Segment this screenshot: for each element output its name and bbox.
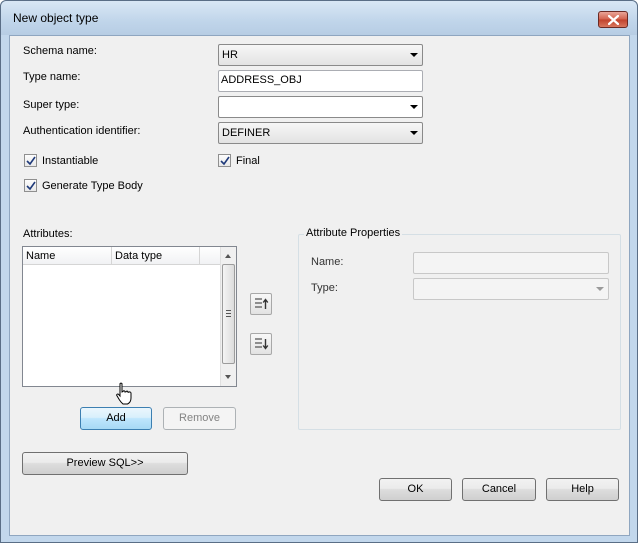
attributes-table-header: Name Data type [23, 247, 220, 265]
close-button[interactable] [598, 11, 628, 28]
dialog-window: New object type Schema name: HR Type nam… [0, 0, 638, 543]
attribute-properties-title: Attribute Properties [304, 227, 403, 239]
instantiable-label: Instantiable [42, 155, 99, 167]
final-checkbox[interactable] [218, 154, 231, 167]
final-label: Final [236, 155, 260, 167]
type-name-label: Type name: [23, 71, 81, 83]
checkmark-icon [26, 156, 36, 166]
preview-sql-button[interactable]: Preview SQL>> [22, 452, 188, 475]
generate-type-body-checkbox[interactable] [24, 179, 37, 192]
instantiable-checkbox[interactable] [24, 154, 37, 167]
chevron-down-icon [410, 131, 418, 135]
move-up-icon [255, 298, 269, 309]
attribute-type-label: Type: [311, 282, 338, 294]
cancel-button[interactable]: Cancel [462, 478, 536, 501]
generate-type-body-label: Generate Type Body [42, 180, 143, 192]
move-down-icon [255, 338, 269, 350]
super-type-label: Super type: [23, 99, 80, 111]
attributes-label: Attributes: [23, 228, 73, 240]
chevron-down-icon [410, 53, 418, 57]
schema-name-select[interactable]: HR [218, 44, 423, 66]
attribute-name-field[interactable] [413, 252, 609, 274]
schema-name-value: HR [222, 49, 238, 61]
column-header-name[interactable]: Name [23, 247, 112, 265]
scroll-down-icon[interactable] [225, 375, 231, 379]
grip-icon [226, 310, 231, 317]
attribute-type-select[interactable] [413, 278, 609, 300]
authentication-identifier-select[interactable]: DEFINER [218, 122, 423, 144]
chevron-down-icon [410, 105, 418, 109]
authentication-identifier-value: DEFINER [222, 127, 271, 139]
help-button[interactable]: Help [546, 478, 619, 501]
title-bar[interactable]: New object type [1, 1, 637, 35]
scroll-up-icon[interactable] [225, 254, 231, 258]
attribute-name-input[interactable] [416, 256, 604, 268]
window-title: New object type [13, 11, 99, 25]
attributes-scrollbar[interactable] [220, 247, 236, 386]
attribute-name-label: Name: [311, 256, 344, 268]
authentication-identifier-label: Authentication identifier: [23, 125, 141, 137]
attributes-table[interactable]: Name Data type [22, 246, 237, 387]
add-attribute-button[interactable]: Add [80, 407, 152, 430]
mouse-cursor-icon [116, 382, 132, 405]
super-type-select[interactable] [218, 96, 423, 118]
scrollbar-thumb[interactable] [222, 264, 235, 364]
dialog-body: Schema name: HR Type name: Super type: A… [9, 35, 630, 536]
type-name-input[interactable] [221, 74, 418, 86]
checkmark-icon [26, 181, 36, 191]
chevron-down-icon [596, 287, 604, 291]
ok-button[interactable]: OK [379, 478, 452, 501]
checkmark-icon [220, 156, 230, 166]
column-header-data-type[interactable]: Data type [112, 247, 200, 265]
type-name-field[interactable] [218, 70, 423, 92]
remove-attribute-button[interactable]: Remove [163, 407, 236, 430]
move-down-button[interactable] [250, 333, 272, 355]
move-up-button[interactable] [250, 293, 272, 315]
schema-name-label: Schema name: [23, 45, 97, 57]
close-icon [608, 15, 619, 25]
